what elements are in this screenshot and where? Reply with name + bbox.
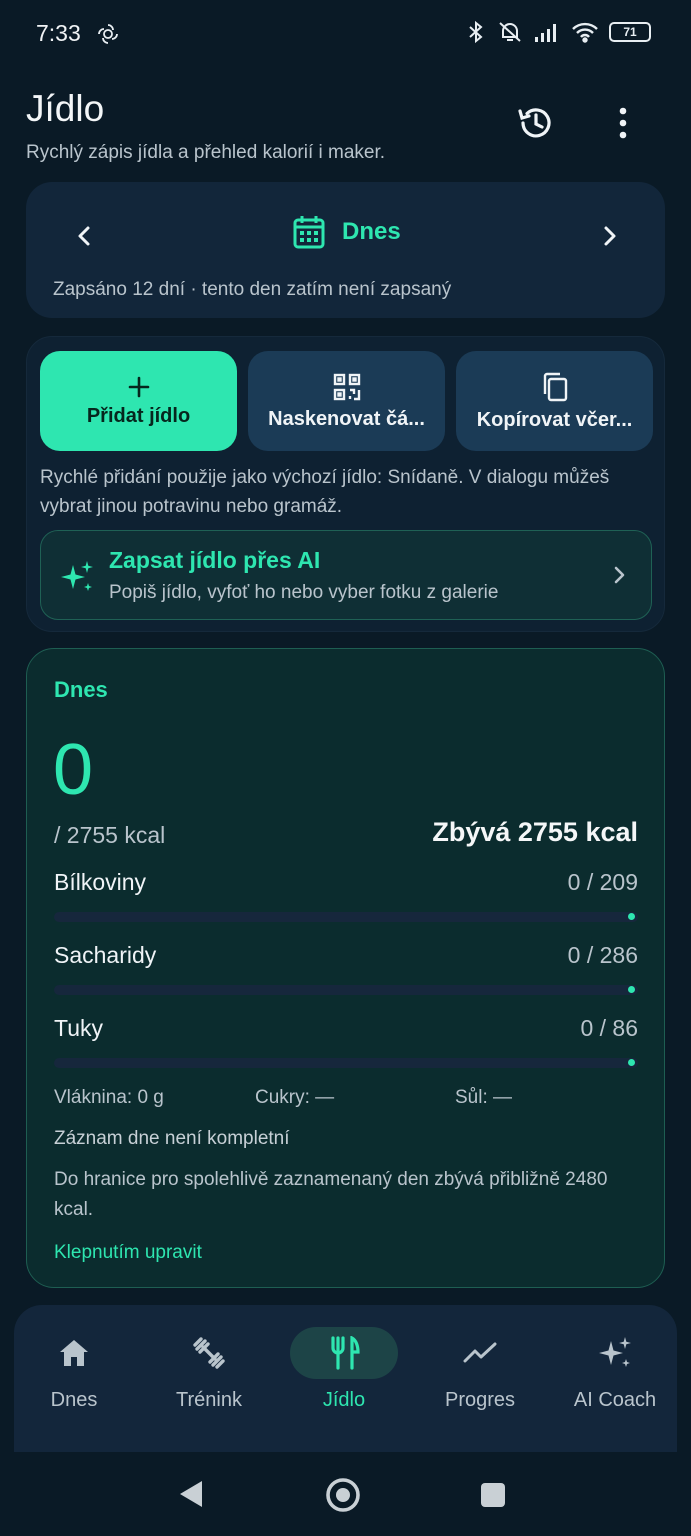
- logged-days-info: Zapsáno 12 dní · tento den zatím není za…: [53, 279, 452, 300]
- dumbbell-icon: [193, 1337, 225, 1369]
- sparkle-icon: [599, 1337, 631, 1367]
- calories-remaining: Zbývá 2755 kcal: [432, 817, 638, 847]
- nav-label-today: Dnes: [50, 1389, 98, 1411]
- system-recents-button[interactable]: [479, 1481, 507, 1514]
- edit-link[interactable]: Klepnutím upravit: [54, 1242, 202, 1264]
- qr-scan-icon: [333, 373, 360, 400]
- trend-icon: [463, 1342, 497, 1363]
- scan-button[interactable]: Naskenovat čá...: [248, 351, 445, 451]
- status-time: 7:33: [36, 20, 81, 46]
- calories-eaten: 0: [53, 730, 94, 810]
- daily-summary-card[interactable]: Dnes 0 / 2755 kcal Zbývá 2755 kcal Bílko…: [26, 648, 665, 1288]
- app-notification-icon: [96, 22, 120, 51]
- calories-goal: / 2755 kcal: [54, 822, 166, 848]
- page-subtitle: Rychlý zápis jídla a přehled kalorií i m…: [26, 142, 386, 163]
- system-navigation-bar: [0, 1452, 691, 1536]
- bottom-navigation: Dnes Trénink Jídlo Progres AI Coach: [14, 1305, 677, 1452]
- copy-yesterday-label: Kopírovat včer...: [476, 408, 633, 431]
- nav-label-food: Jídlo: [322, 1389, 366, 1411]
- macro-fat-bar: [54, 1058, 638, 1068]
- fiber-value: Vláknina: 0 g: [54, 1087, 164, 1108]
- recents-square-icon: [481, 1483, 505, 1507]
- ai-log-title: Zapsat jídlo přes AI: [109, 547, 321, 573]
- more-vertical-icon: [619, 107, 627, 139]
- macro-carbs-value: 0 / 286: [567, 942, 638, 968]
- battery-indicator: 71: [609, 22, 651, 42]
- ai-log-subtitle: Popiš jídlo, vyfoť ho nebo vyber fotku z…: [109, 582, 499, 603]
- macro-fat-value: 0 / 86: [580, 1015, 638, 1041]
- macro-fat-label: Tuky: [54, 1015, 103, 1041]
- date-label: Dnes: [342, 218, 401, 245]
- bluetooth-icon: [469, 20, 483, 44]
- macro-protein-label: Bílkoviny: [54, 869, 147, 895]
- wifi-icon: [572, 22, 598, 43]
- nav-item-today[interactable]: Dnes: [8, 1327, 140, 1437]
- nav-item-training[interactable]: Trénink: [143, 1327, 275, 1437]
- calendar-icon: [293, 216, 325, 249]
- chevron-left-icon: [78, 226, 90, 246]
- sugar-value: Cukry: —: [255, 1087, 335, 1108]
- history-icon: [518, 108, 551, 138]
- nav-label-training: Trénink: [176, 1389, 242, 1411]
- signal-icon: [535, 24, 556, 42]
- day-status-note: Záznam dne není kompletní: [54, 1128, 290, 1149]
- chevron-right-icon: [614, 566, 625, 584]
- quick-add-hint: Rychlé přidání použije jako výchozí jídl…: [40, 467, 610, 517]
- date-picker[interactable]: Dnes: [292, 214, 401, 250]
- page-title: Jídlo: [26, 88, 105, 129]
- macro-protein-bar: [54, 912, 638, 922]
- add-food-label: Přidat jídlo: [86, 404, 191, 427]
- system-home-button[interactable]: [324, 1476, 362, 1519]
- nav-label-ai-coach: AI Coach: [573, 1389, 657, 1411]
- fork-knife-icon: [331, 1336, 360, 1370]
- chevron-right-icon: [604, 226, 616, 246]
- salt-value: Sůl: —: [455, 1087, 513, 1108]
- day-status-description: Do hranice pro spolehlivě zaznamenaný de…: [54, 1169, 608, 1220]
- macro-carbs-label: Sacharidy: [54, 942, 157, 968]
- plus-icon: [128, 376, 149, 397]
- date-navigator: Dnes Zapsáno 12 dní · tento den zatím ne…: [26, 182, 665, 318]
- home-icon: [60, 1340, 88, 1366]
- next-day-button[interactable]: [590, 216, 630, 256]
- summary-day-label: Dnes: [54, 677, 108, 702]
- scan-label: Naskenovat čá...: [268, 407, 425, 430]
- macro-fat-indicator: [628, 1059, 635, 1066]
- copy-icon: [543, 372, 567, 401]
- nav-item-ai-coach[interactable]: AI Coach: [549, 1327, 681, 1437]
- back-triangle-icon: [180, 1481, 202, 1507]
- macro-protein-value: 0 / 209: [567, 869, 638, 895]
- sparkle-icon: [61, 561, 93, 591]
- status-icons: 71: [465, 20, 651, 44]
- macro-carbs-indicator: [628, 986, 635, 993]
- macro-protein-indicator: [628, 913, 635, 920]
- macro-carbs-bar: [54, 985, 638, 995]
- nav-item-food[interactable]: Jídlo: [278, 1327, 410, 1437]
- more-options-button[interactable]: [599, 99, 647, 147]
- mute-icon: [499, 22, 521, 42]
- ai-log-button[interactable]: Zapsat jídlo přes AI Popiš jídlo, vyfoť …: [40, 530, 652, 620]
- add-food-button[interactable]: Přidat jídlo: [40, 351, 237, 451]
- nav-item-progress[interactable]: Progres: [414, 1327, 546, 1437]
- copy-yesterday-button[interactable]: Kopírovat včer...: [456, 351, 653, 451]
- nav-label-progress: Progres: [444, 1389, 516, 1411]
- previous-day-button[interactable]: [64, 216, 104, 256]
- system-back-button[interactable]: [176, 1478, 206, 1515]
- history-button[interactable]: [511, 99, 559, 147]
- quick-actions-panel: Přidat jídlo Naskenovat čá... Kopírovat …: [26, 336, 665, 632]
- home-circle-icon: [326, 1478, 360, 1512]
